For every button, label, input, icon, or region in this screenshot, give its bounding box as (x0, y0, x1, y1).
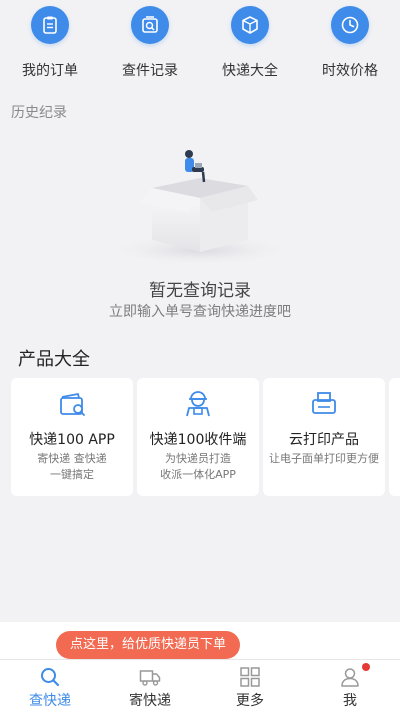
tab-label: 更多 (236, 693, 264, 709)
quick-courier-list[interactable]: 快递大全 (200, 0, 300, 90)
search-package-icon (131, 6, 169, 44)
empty-title: 暂无查询记录 (149, 281, 251, 301)
quick-label: 快递大全 (222, 63, 278, 79)
empty-subtitle: 立即输入单号查询快递进度吧 (109, 304, 291, 320)
quick-time-price[interactable]: 时效价格 (300, 0, 400, 90)
clipboard-icon (31, 6, 69, 44)
product-card-cloud-print[interactable]: 云打印产品 让电子面单打印更方便 (263, 378, 385, 496)
tab-me[interactable]: 我 (300, 660, 400, 711)
tab-bar: 查快递 寄快递 更多 我 (0, 659, 400, 711)
search-icon (41, 668, 60, 687)
product-desc: 为快递员打造 收派一体化APP (137, 451, 259, 483)
product-name: 快递100收件端 (149, 432, 247, 448)
product-name: 快递100 APP (29, 432, 115, 448)
product-desc-line: 让电子面单打印更方便 (269, 452, 379, 465)
product-desc: 寄快递 查快递 一键搞定 (11, 451, 133, 483)
printer-icon (312, 392, 336, 414)
user-icon (341, 668, 359, 687)
tab-label: 寄快递 (129, 693, 171, 709)
product-desc-line: 为快递员打造 (165, 452, 231, 465)
product-card-app[interactable]: 快递100 APP 寄快递 查快递 一键搞定 (11, 378, 133, 496)
tab-label: 查快递 (29, 693, 71, 709)
products-section-title: 产品大全 (18, 349, 90, 370)
empty-box-illustration (105, 150, 295, 266)
quick-actions: 我的订单 查件记录 快递大全 时效价格 (0, 0, 400, 90)
quick-my-orders[interactable]: 我的订单 (0, 0, 100, 90)
quick-label: 查件记录 (122, 63, 178, 79)
product-card-courier[interactable]: 快递100收件端 为快递员打造 收派一体化APP (137, 378, 259, 496)
product-desc-line: 一键搞定 (50, 468, 94, 481)
tab-send-express[interactable]: 寄快递 (100, 660, 200, 711)
grid-icon (240, 667, 260, 687)
quick-query-records[interactable]: 查件记录 (100, 0, 200, 90)
tab-more[interactable]: 更多 (200, 660, 300, 711)
promo-banner[interactable]: 点这里，给优质快递员下单 (56, 631, 241, 659)
product-desc-line: 收派一体化APP (160, 468, 236, 481)
history-section-title: 历史纪录 (11, 105, 67, 121)
clock-icon (331, 6, 369, 44)
notification-dot (362, 663, 370, 671)
box-icon (231, 6, 269, 44)
quick-label: 我的订单 (22, 63, 78, 79)
product-desc-line: 寄快递 查快递 (37, 452, 107, 465)
quick-label: 时效价格 (322, 63, 378, 79)
products-row: 快递100 APP 寄快递 查快递 一键搞定 快递100收件端 为快递员打造 收… (11, 378, 400, 496)
wallet-search-icon (60, 393, 85, 416)
courier-icon (186, 391, 210, 417)
truck-icon (139, 670, 161, 686)
product-card-partial[interactable] (389, 378, 400, 496)
product-name: 云打印产品 (289, 432, 359, 448)
tab-label: 我 (343, 693, 357, 709)
product-desc: 让电子面单打印更方便 (263, 451, 385, 467)
tab-query-express[interactable]: 查快递 (0, 660, 100, 711)
